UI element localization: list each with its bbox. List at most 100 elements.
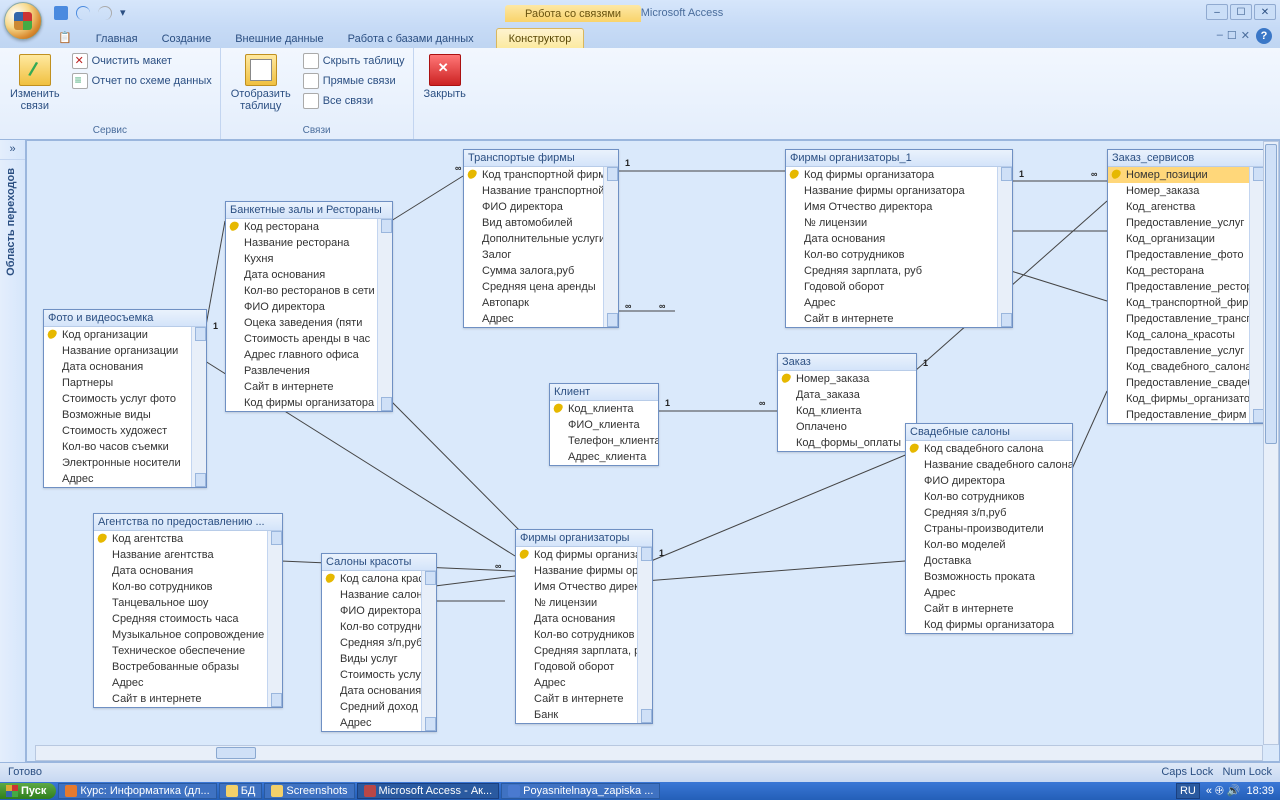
table-field[interactable]: Дата основания xyxy=(516,611,652,627)
table-field[interactable]: Имя Отчество директора xyxy=(786,199,1012,215)
table-field[interactable]: Дата_заказа xyxy=(778,387,916,403)
table-field[interactable]: Код фирмы организатора xyxy=(516,547,652,563)
table-field[interactable]: Вид автомобилей xyxy=(464,215,618,231)
save-icon[interactable] xyxy=(54,6,68,20)
table-field[interactable]: Код транспортной фирмы xyxy=(464,167,618,183)
table-header[interactable]: Фото и видеосъемка xyxy=(44,310,206,327)
table-scrollbar[interactable] xyxy=(267,531,282,707)
table-field[interactable]: Дата основания xyxy=(94,563,282,579)
relationships-canvas[interactable]: 1 ∞ 1 ∞∞ 1∞ 1∞ 1 ∞ 1 Транспортые фирмыКо… xyxy=(35,141,1263,745)
table-scrollbar[interactable] xyxy=(377,219,392,411)
direct-relationships-button[interactable]: Прямые связи xyxy=(301,72,407,90)
table-field[interactable]: Стоимость услуг,руб xyxy=(322,667,436,683)
table-header[interactable]: Клиент xyxy=(550,384,658,401)
table-field[interactable]: Доставка xyxy=(906,553,1072,569)
table-field[interactable]: Кол-во ресторанов в сети xyxy=(226,283,392,299)
table-field[interactable]: Средняя зарплата, руб xyxy=(786,263,1012,279)
mdi-restore[interactable]: ☐ xyxy=(1227,29,1237,42)
table-field[interactable]: Кол-во сотрудников xyxy=(322,619,436,635)
table-field[interactable]: Техническое обеспечение xyxy=(94,643,282,659)
table-field[interactable]: Код фирмы организатора xyxy=(786,167,1012,183)
table-field[interactable]: ФИО директора xyxy=(322,603,436,619)
tray-icons[interactable]: « 🕀 🔊 xyxy=(1206,784,1241,798)
table-window-banquet[interactable]: Банкетные залы и РестораныКод ресторанаН… xyxy=(225,201,393,412)
taskbar-item[interactable]: Poyasnitelnaya_zapiska ... xyxy=(501,783,660,799)
table-scrollbar[interactable] xyxy=(997,167,1012,327)
table-field[interactable]: Сайт в интернете xyxy=(94,691,282,707)
start-button[interactable]: Пуск xyxy=(0,783,56,799)
table-field[interactable]: Годовой оборот xyxy=(516,659,652,675)
minimize-button[interactable]: – xyxy=(1206,4,1228,20)
table-field[interactable]: Кол-во сотрудников xyxy=(786,247,1012,263)
table-field[interactable]: Код_агенства xyxy=(1108,199,1263,215)
table-window-org[interactable]: Фирмы организаторыКод фирмы организатора… xyxy=(515,529,653,724)
table-field[interactable]: Адрес главного офиса xyxy=(226,347,392,363)
table-field[interactable]: Залог xyxy=(464,247,618,263)
table-window-org1[interactable]: Фирмы организаторы_1Код фирмы организато… xyxy=(785,149,1013,328)
table-field[interactable]: Виды услуг xyxy=(322,651,436,667)
table-field[interactable]: Адрес xyxy=(786,295,1012,311)
table-field[interactable]: Страны-производители xyxy=(906,521,1072,537)
table-header[interactable]: Транспортые фирмы xyxy=(464,150,618,167)
table-field[interactable]: Название салона красоты xyxy=(322,587,436,603)
table-field[interactable]: Автопарк xyxy=(464,295,618,311)
table-field[interactable]: Дата основания xyxy=(226,267,392,283)
tab-home[interactable]: Главная xyxy=(84,29,150,48)
help-icon[interactable]: ? xyxy=(1256,28,1272,44)
taskbar-item-active[interactable]: Microsoft Access - Ак... xyxy=(357,783,500,799)
table-window-services[interactable]: Заказ_сервисовНомер_позицииНомер_заказаК… xyxy=(1107,149,1263,424)
table-field[interactable]: Партнеры xyxy=(44,375,206,391)
table-field[interactable]: Предоставление_фирм xyxy=(1108,407,1263,423)
table-field[interactable]: Музыкальное сопровождение xyxy=(94,627,282,643)
table-field[interactable]: Сайт в интернете xyxy=(516,691,652,707)
undo-icon[interactable] xyxy=(76,6,90,20)
horizontal-scrollbar[interactable] xyxy=(35,745,1263,761)
table-field[interactable]: Код организации xyxy=(44,327,206,343)
table-field[interactable]: Востребованные образы xyxy=(94,659,282,675)
mdi-minimize[interactable]: – xyxy=(1217,29,1223,42)
table-field[interactable]: Стоимость аренды в час xyxy=(226,331,392,347)
table-field[interactable]: ФИО_клиента xyxy=(550,417,658,433)
table-field[interactable]: Танцевальное шоу xyxy=(94,595,282,611)
table-field[interactable]: № лицензии xyxy=(516,595,652,611)
table-scrollbar[interactable] xyxy=(1249,167,1263,423)
language-indicator[interactable]: RU xyxy=(1176,783,1200,799)
table-header[interactable]: Салоны красоты xyxy=(322,554,436,571)
table-field[interactable]: Имя Отчество директора xyxy=(516,579,652,595)
table-field[interactable]: Сайт в интернете xyxy=(226,379,392,395)
table-field[interactable]: Телефон_клиента xyxy=(550,433,658,449)
table-field[interactable]: Дата основания xyxy=(786,231,1012,247)
table-window-agency[interactable]: Агентства по предоставлению ...Код агент… xyxy=(93,513,283,708)
table-field[interactable]: Название свадебного салона xyxy=(906,457,1072,473)
mdi-close[interactable]: ✕ xyxy=(1241,29,1250,42)
taskbar-item[interactable]: БД xyxy=(219,783,263,799)
table-header[interactable]: Свадебные салоны xyxy=(906,424,1072,441)
table-field[interactable]: Предоставление_фото xyxy=(1108,247,1263,263)
table-field[interactable]: Код агентства xyxy=(94,531,282,547)
table-field[interactable]: Адрес xyxy=(322,715,436,731)
table-field[interactable]: Средняя з/п,руб xyxy=(906,505,1072,521)
table-field[interactable]: ФИО директора xyxy=(464,199,618,215)
table-field[interactable]: Кол-во сотрудников xyxy=(906,489,1072,505)
hide-table-button[interactable]: Скрыть таблицу xyxy=(301,52,407,70)
tab-create[interactable]: Создание xyxy=(150,29,224,48)
table-field[interactable]: Кухня xyxy=(226,251,392,267)
table-header[interactable]: Банкетные залы и Рестораны xyxy=(226,202,392,219)
relationship-report-button[interactable]: Отчет по схеме данных xyxy=(70,72,214,90)
table-field[interactable]: Код_свадебного_салона xyxy=(1108,359,1263,375)
tab-external-data[interactable]: Внешние данные xyxy=(223,29,335,48)
table-window-wedding[interactable]: Свадебные салоныКод свадебного салонаНаз… xyxy=(905,423,1073,634)
table-field[interactable]: Дата основания xyxy=(44,359,206,375)
table-field[interactable]: Адрес xyxy=(464,311,618,327)
tab-database-tools[interactable]: Работа с базами данных xyxy=(336,29,486,48)
table-field[interactable]: Номер_заказа xyxy=(1108,183,1263,199)
table-field[interactable]: Сайт в интернете xyxy=(906,601,1072,617)
table-field[interactable]: Код_ресторана xyxy=(1108,263,1263,279)
table-scrollbar[interactable] xyxy=(191,327,206,487)
table-header[interactable]: Фирмы организаторы_1 xyxy=(786,150,1012,167)
table-header[interactable]: Агентства по предоставлению ... xyxy=(94,514,282,531)
table-header[interactable]: Заказ_сервисов xyxy=(1108,150,1263,167)
table-field[interactable]: Код_фирмы_организатора xyxy=(1108,391,1263,407)
table-field[interactable]: Код_транспортной_фирмы xyxy=(1108,295,1263,311)
table-field[interactable]: Предоставление_ресторан xyxy=(1108,279,1263,295)
